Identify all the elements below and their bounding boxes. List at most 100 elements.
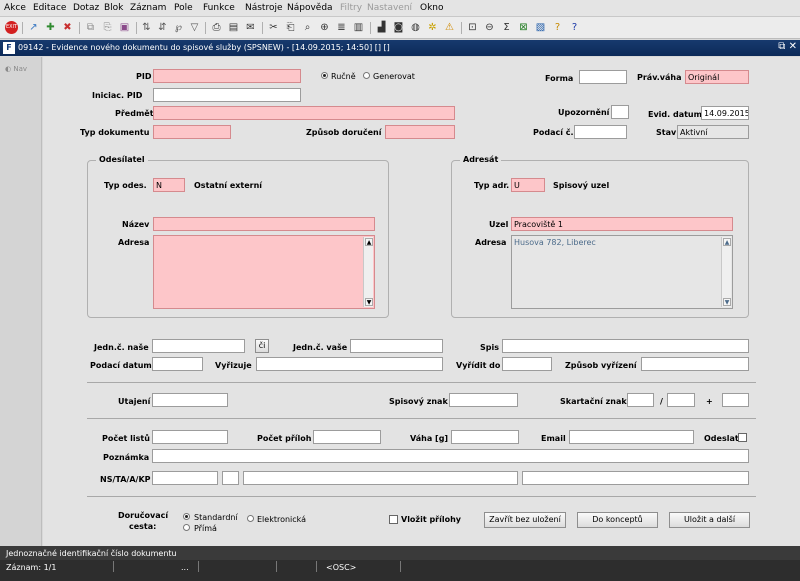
- pocet-listu-field[interactable]: [152, 430, 228, 444]
- cut-icon[interactable]: ✂: [266, 20, 281, 35]
- typ-odes-field[interactable]: N: [153, 178, 185, 192]
- list-icon[interactable]: ≣: [334, 20, 349, 35]
- zoom-icon[interactable]: ⊕: [317, 20, 332, 35]
- typ-dokumentu-field[interactable]: [153, 125, 231, 139]
- query-icon[interactable]: ℘: [171, 20, 186, 35]
- ns-field[interactable]: [152, 471, 218, 485]
- exit-icon[interactable]: EXIT: [4, 20, 19, 35]
- scroll-down-icon[interactable]: ▼: [723, 298, 731, 306]
- menu-item-10[interactable]: Nastavení: [367, 3, 412, 13]
- prav-vaha-field[interactable]: Originál: [685, 70, 749, 84]
- predmet-field[interactable]: [153, 106, 455, 120]
- odeslat-checkbox[interactable]: [738, 433, 747, 442]
- menu-item-9[interactable]: Filtry: [340, 3, 362, 13]
- upozorneni-field[interactable]: [611, 105, 629, 119]
- about-icon[interactable]: ?: [567, 20, 582, 35]
- podaci-datum-field[interactable]: [152, 357, 203, 371]
- sort-desc-icon[interactable]: ⇵: [155, 20, 170, 35]
- vyrizuje-field[interactable]: [256, 357, 443, 371]
- filter-icon[interactable]: ▽: [187, 20, 202, 35]
- odesilatel-adresa-scrollbar[interactable]: ▲ ▼: [363, 237, 373, 307]
- sort-asc-icon[interactable]: ⇅: [139, 20, 154, 35]
- utajeni-field[interactable]: [152, 393, 228, 407]
- iniciac-pid-label: Iniciac. PID: [92, 91, 143, 100]
- save-and-next-button[interactable]: Uložit a další: [669, 512, 750, 528]
- paste-record-icon[interactable]: ▣: [117, 20, 132, 35]
- new-record-icon[interactable]: ↗: [26, 20, 41, 35]
- menu-item-0[interactable]: Akce: [4, 3, 26, 13]
- close-without-save-button[interactable]: Zavřít bez uložení: [484, 512, 566, 528]
- warning-icon[interactable]: ⚠: [442, 20, 457, 35]
- skartacni-lhuta-field[interactable]: [667, 393, 695, 407]
- mode-manual-radio[interactable]: [321, 72, 328, 79]
- cesta-elektronicka-radio[interactable]: [247, 515, 254, 522]
- vaha-field[interactable]: [451, 430, 519, 444]
- iniciac-pid-field[interactable]: [153, 88, 301, 102]
- kp-field[interactable]: [522, 471, 749, 485]
- cesta-standard-radio[interactable]: [183, 513, 190, 520]
- menu-item-3[interactable]: Blok: [104, 3, 123, 13]
- pid-field[interactable]: [153, 69, 301, 83]
- window-controls[interactable]: ⧉ ✕: [778, 41, 797, 52]
- insert-record-icon[interactable]: ✚: [43, 20, 58, 35]
- odesilatel-adresa-field[interactable]: ▲ ▼: [153, 235, 375, 309]
- spis-field[interactable]: [502, 339, 749, 353]
- email-field[interactable]: [569, 430, 694, 444]
- menu-item-4[interactable]: Záznam: [130, 3, 166, 13]
- duplicate-icon[interactable]: ⎘: [100, 20, 115, 35]
- print-icon[interactable]: ⎙: [209, 20, 224, 35]
- globe-icon[interactable]: ◍: [408, 20, 423, 35]
- cesta-prima-radio[interactable]: [183, 524, 190, 531]
- menu-item-6[interactable]: Funkce: [203, 3, 235, 13]
- poznamka-field[interactable]: [152, 449, 749, 463]
- window-icon[interactable]: ⊡: [465, 20, 480, 35]
- tools-icon[interactable]: ✲: [425, 20, 440, 35]
- spisovy-znak-field[interactable]: [449, 393, 518, 407]
- menu-item-11[interactable]: Okno: [420, 3, 444, 13]
- copy-record-icon[interactable]: ⧉: [83, 20, 98, 35]
- menu-item-2[interactable]: Dotaz: [73, 3, 99, 13]
- menu-item-1[interactable]: Editace: [33, 3, 66, 13]
- help-icon[interactable]: ?: [550, 20, 565, 35]
- pocet-priloh-field[interactable]: [313, 430, 381, 444]
- sum-icon[interactable]: Σ: [499, 20, 514, 35]
- to-drafts-button[interactable]: Do konceptů: [577, 512, 658, 528]
- save-icon[interactable]: ◙: [391, 20, 406, 35]
- nazev-field[interactable]: [153, 217, 375, 231]
- ta-field[interactable]: [222, 471, 239, 485]
- jedn-lookup-button[interactable]: či: [255, 339, 269, 353]
- scroll-down-icon[interactable]: ▼: [365, 298, 373, 306]
- mode-generate-radio[interactable]: [363, 72, 370, 79]
- excel-icon[interactable]: ⊠: [516, 20, 531, 35]
- zpusob-vyrizeni-field[interactable]: [641, 357, 749, 371]
- word-icon[interactable]: ▧: [533, 20, 548, 35]
- skartacni-extra-field[interactable]: [722, 393, 749, 407]
- paste-icon[interactable]: ⎗: [283, 20, 298, 35]
- columns-icon[interactable]: ▥: [351, 20, 366, 35]
- nav-toggle[interactable]: ◐ Nav: [5, 65, 27, 73]
- jedn-nase-field[interactable]: [152, 339, 245, 353]
- vlozit-prilohy-checkbox[interactable]: [389, 515, 398, 524]
- evid-datum-field[interactable]: 14.09.2015: [701, 106, 749, 120]
- skartacni-znak-field[interactable]: [627, 393, 654, 407]
- vyridit-do-field[interactable]: [502, 357, 552, 371]
- forma-field[interactable]: [579, 70, 627, 84]
- calculator-icon[interactable]: ⊖: [482, 20, 497, 35]
- typ-adr-field[interactable]: U: [511, 178, 545, 192]
- jedn-vase-field[interactable]: [350, 339, 443, 353]
- uzel-field[interactable]: Pracoviště 1: [511, 217, 733, 231]
- menu-item-5[interactable]: Pole: [174, 3, 193, 13]
- menu-item-8[interactable]: Nápověda: [287, 3, 333, 13]
- find-icon[interactable]: ⌕: [300, 20, 315, 35]
- adresat-adresa-scrollbar[interactable]: ▲ ▼: [721, 237, 731, 307]
- scroll-up-icon[interactable]: ▲: [723, 238, 731, 246]
- menu-item-7[interactable]: Nástroje: [245, 3, 283, 13]
- podaci-cislo-field[interactable]: [574, 125, 627, 139]
- zpusob-doruceni-field[interactable]: [385, 125, 455, 139]
- scroll-up-icon[interactable]: ▲: [365, 238, 373, 246]
- a-field[interactable]: [243, 471, 518, 485]
- report-icon[interactable]: ▤: [226, 20, 241, 35]
- chart-icon[interactable]: ▟: [374, 20, 389, 35]
- delete-record-icon[interactable]: ✖: [60, 20, 75, 35]
- mail-icon[interactable]: ✉: [243, 20, 258, 35]
